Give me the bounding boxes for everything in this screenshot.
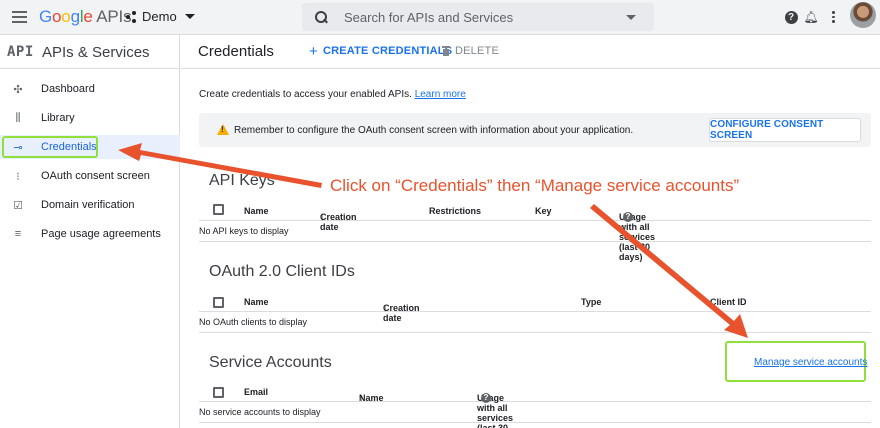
- select-all-checkbox[interactable]: [213, 387, 224, 398]
- service-accounts-table-header: Email Name ↑ Usage with all services (la…: [199, 381, 871, 428]
- sidebar-item-dashboard[interactable]: ✣ Dashboard: [0, 77, 180, 101]
- sidebar-item-label: OAuth consent screen: [41, 170, 150, 182]
- project-icon: [126, 10, 138, 23]
- column-header[interactable]: Restrictions: [429, 206, 481, 216]
- sidebar-item-label: Page usage agreements: [41, 228, 161, 240]
- sidebar-item-label: Dashboard: [41, 83, 95, 95]
- menu-icon[interactable]: [12, 11, 27, 23]
- search-bar[interactable]: Search for APIs and Services: [302, 3, 654, 31]
- column-header[interactable]: Type: [581, 297, 601, 307]
- column-header[interactable]: Email: [244, 387, 268, 397]
- create-credentials-button[interactable]: + CREATE CREDENTIALS: [309, 42, 453, 60]
- intro-sentence: Create credentials to access your enable…: [199, 89, 412, 100]
- library-icon: ⫼: [15, 111, 21, 124]
- sidebar-item-label: Library: [41, 112, 75, 124]
- column-header[interactable]: Name: [244, 206, 269, 216]
- service-accounts-empty-row: No service accounts to display: [199, 402, 871, 423]
- configure-consent-screen-button[interactable]: CONFIGURE CONSENT SCREEN: [709, 118, 861, 142]
- select-all-checkbox[interactable]: [213, 297, 224, 308]
- learn-more-link[interactable]: Learn more: [415, 89, 466, 100]
- search-dropdown-icon[interactable]: [626, 15, 636, 20]
- manage-service-accounts-link[interactable]: Manage service accounts: [754, 357, 867, 368]
- api-keys-title: API Keys: [209, 172, 275, 189]
- consent-warning-banner: ! Remember to configure the OAuth consen…: [199, 113, 871, 147]
- project-name: Demo: [142, 9, 177, 24]
- oauth-empty-row: No OAuth clients to display: [199, 312, 871, 333]
- banner-text: Remember to configure the OAuth consent …: [234, 125, 634, 136]
- oauth-title: OAuth 2.0 Client IDs: [209, 263, 355, 280]
- service-accounts-title: Service Accounts: [209, 354, 332, 371]
- delete-label: DELETE: [455, 45, 499, 57]
- delete-button[interactable]: DELETE: [442, 45, 499, 57]
- sidebar-item-library[interactable]: ⫼ Library: [0, 106, 180, 130]
- api-keys-empty-row: No API keys to display: [199, 221, 871, 242]
- column-header[interactable]: Client ID: [710, 297, 747, 307]
- page-header: Credentials + CREATE CREDENTIALS DELETE: [181, 35, 880, 69]
- annotation-text: Click on “Credentials” then “Manage serv…: [330, 176, 740, 195]
- consent-icon: ⁝: [16, 170, 20, 183]
- top-app-bar: Google APIs Demo Search for APIs and Ser…: [0, 0, 880, 35]
- avatar[interactable]: [850, 2, 876, 28]
- project-selector[interactable]: Demo: [126, 9, 195, 24]
- search-input[interactable]: Search for APIs and Services: [344, 10, 513, 25]
- trash-icon: [442, 46, 450, 56]
- create-credentials-label: CREATE CREDENTIALS: [322, 45, 453, 57]
- logo-letter: g: [70, 7, 80, 26]
- empty-message: No service accounts to display: [199, 407, 321, 417]
- logo-letter: e: [83, 7, 93, 26]
- oauth-table-header: Name Creation date ↓ Type Client ID: [199, 291, 871, 323]
- dashboard-icon: ✣: [13, 83, 23, 96]
- api-keys-table-header: Name Creation date ↓ Restrictions Key Us…: [199, 200, 871, 262]
- notifications-icon[interactable]: 🔔︎: [803, 10, 818, 24]
- logo-letter: o: [52, 7, 62, 26]
- column-header[interactable]: Key: [535, 206, 552, 216]
- plus-icon: +: [309, 42, 318, 60]
- empty-message: No OAuth clients to display: [199, 317, 308, 327]
- page-title: Credentials: [198, 43, 274, 60]
- sidebar-item-oauth-consent[interactable]: ⁝ OAuth consent screen: [0, 164, 180, 188]
- checkbox-icon: ☑: [13, 199, 23, 212]
- sidebar-title: APIs & Services: [42, 44, 150, 61]
- api-logo-icon: API: [7, 44, 34, 60]
- sidebar-item-label: Domain verification: [41, 199, 135, 211]
- empty-message: No API keys to display: [199, 226, 289, 236]
- sidebar-item-domain-verification[interactable]: ☑ Domain verification: [0, 193, 180, 217]
- credentials-highlight-box: [2, 136, 98, 158]
- column-header[interactable]: Name: [244, 297, 269, 307]
- intro-text: Create credentials to access your enable…: [199, 89, 466, 100]
- sidebar-item-page-usage[interactable]: ≡ Page usage agreements: [0, 222, 180, 246]
- search-icon: [315, 11, 327, 23]
- select-all-checkbox[interactable]: [213, 204, 224, 215]
- google-apis-logo[interactable]: Google APIs: [39, 7, 132, 27]
- chevron-down-icon: [184, 14, 195, 19]
- more-vert-icon[interactable]: [826, 10, 840, 24]
- logo-letter: G: [39, 7, 53, 26]
- settings-list-icon: ≡: [14, 228, 22, 240]
- help-icon[interactable]: ?: [784, 10, 798, 24]
- logo-letter: o: [61, 7, 71, 26]
- sidebar-header: API APIs & Services: [0, 35, 180, 69]
